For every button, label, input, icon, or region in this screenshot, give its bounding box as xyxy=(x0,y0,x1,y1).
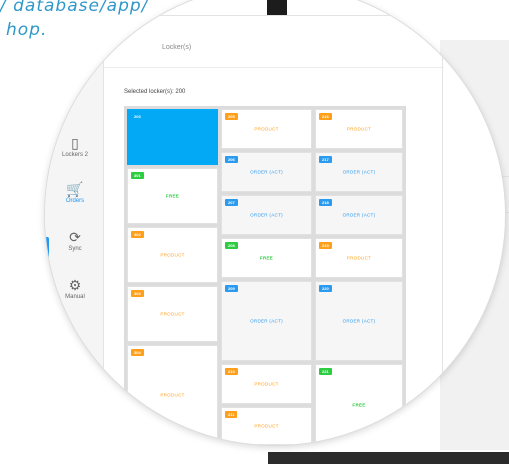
locker-cell-211[interactable]: 211 PRODUCT xyxy=(221,407,312,445)
locker-number-badge: 206 xyxy=(225,156,238,163)
sidebar-item-label: Sync xyxy=(68,246,82,252)
locker-status-text: ORDER (ACT) xyxy=(250,318,283,324)
locker-status-text: PRODUCT xyxy=(160,252,185,258)
locker-cell-304[interactable]: 304 PRODUCT xyxy=(127,345,218,445)
locker-cell-221[interactable]: 221 FREE xyxy=(315,364,403,445)
locker-cell-217[interactable]: 217 ORDER (ACT) xyxy=(315,152,403,192)
locker-number-badge: 216 xyxy=(319,113,332,120)
locker-number-badge: 303 xyxy=(131,290,144,297)
locker-number-badge: 205 xyxy=(225,113,238,120)
sidebar-item-lockers[interactable]: ▯ Lockers 2 xyxy=(45,135,105,158)
locker-cell-302[interactable]: 302 PRODUCT xyxy=(127,227,218,283)
magnifier-lens: ▯ Lockers 2 🛒 Orders ⟳ Sync ⚙ Manual Loc… xyxy=(45,0,505,445)
locker-status-text: PRODUCT xyxy=(346,126,372,132)
locker-number-badge: 209 xyxy=(225,285,238,292)
locker-status-text: ORDER (ACT) xyxy=(342,318,376,324)
locker-status-text: PRODUCT xyxy=(346,255,372,261)
locker-number-badge: 221 xyxy=(319,368,332,375)
locker-status-text: PRODUCT xyxy=(160,392,185,398)
locker-status-text: ORDER (ACT) xyxy=(342,212,376,218)
locker-number-badge: 301 xyxy=(131,172,144,179)
locker-number-badge: 217 xyxy=(319,156,332,163)
sidebar-item-label: Orders xyxy=(65,198,85,204)
cart-icon: 🛒 xyxy=(66,181,84,197)
gear-icon: ⚙ xyxy=(68,277,82,293)
locker-cell-203[interactable]: 203 xyxy=(127,109,218,165)
locker-grid: 203 301 FREE 302 PRODUCT 303 PRODUCT 304 PRODUCT… xyxy=(124,106,406,445)
locker-status-text: PRODUCT xyxy=(254,423,279,429)
locker-number-badge: 302 xyxy=(131,231,144,238)
locker-modal: Locker(s) Selected locker(s): 200 203 301… xyxy=(103,15,444,445)
locker-status-text: FREE xyxy=(352,402,366,407)
locker-cell-303[interactable]: 303 PRODUCT xyxy=(127,286,218,342)
locker-number-badge: 220 xyxy=(319,285,332,292)
locker-number-badge: 207 xyxy=(225,199,238,206)
locker-cell-207[interactable]: 207 ORDER (ACT) xyxy=(221,195,312,235)
locker-cell-205[interactable]: 205 PRODUCT xyxy=(221,109,312,149)
locker-number-badge: 304 xyxy=(131,349,144,356)
sidebar-item-orders[interactable]: 🛒 Orders xyxy=(45,181,105,204)
selected-lockers-label: Selected locker(s): 200 xyxy=(124,89,186,95)
locker-number-badge: 211 xyxy=(225,411,238,418)
locker-status-text: FREE xyxy=(259,255,274,261)
locker-number-badge: 219 xyxy=(319,242,332,249)
locker-cell-219[interactable]: 219 PRODUCT xyxy=(315,238,403,278)
locker-status-text: ORDER (ACT) xyxy=(342,169,376,175)
locker-cell-216[interactable]: 216 PRODUCT xyxy=(315,109,403,149)
modal-divider xyxy=(104,67,444,68)
sidebar-item-sync[interactable]: ⟳ Sync xyxy=(45,229,105,252)
locker-status-text: PRODUCT xyxy=(254,126,279,132)
locker-cell-218[interactable]: 218 ORDER (ACT) xyxy=(315,195,403,235)
app-sidebar: ▯ Lockers 2 🛒 Orders ⟳ Sync ⚙ Manual xyxy=(45,45,105,445)
sidebar-item-label: Lockers 2 xyxy=(61,152,88,158)
sync-icon: ⟳ xyxy=(69,229,81,245)
background-bottom-bar xyxy=(268,452,509,464)
locker-status-text: PRODUCT xyxy=(160,311,185,317)
locker-status-text: PRODUCT xyxy=(254,381,279,387)
locker-cell-206[interactable]: 206 ORDER (ACT) xyxy=(221,152,312,192)
locker-number-badge: 208 xyxy=(225,242,238,249)
modal-title: Locker(s) xyxy=(162,44,192,51)
locker-cell-301[interactable]: 301 FREE xyxy=(127,168,218,224)
locker-cell-208[interactable]: 208 FREE xyxy=(221,238,312,278)
locker-cell-220[interactable]: 220 ORDER (ACT) xyxy=(315,281,403,361)
locker-cell-210[interactable]: 210 PRODUCT xyxy=(221,364,312,404)
locker-number-badge: 218 xyxy=(319,199,332,206)
locker-cell-209[interactable]: 209 ORDER (ACT) xyxy=(221,281,312,361)
locker-number-badge: 210 xyxy=(225,368,238,375)
sidebar-item-manual[interactable]: ⚙ Manual xyxy=(45,277,105,300)
locker-status-text: ORDER (ACT) xyxy=(250,169,283,175)
locker-status-text: ORDER (ACT) xyxy=(250,212,283,218)
locker-number-badge: 203 xyxy=(134,114,141,119)
locker-status-text: FREE xyxy=(165,193,180,199)
locker-icon: ▯ xyxy=(71,135,79,151)
sidebar-item-label: Manual xyxy=(65,294,85,300)
